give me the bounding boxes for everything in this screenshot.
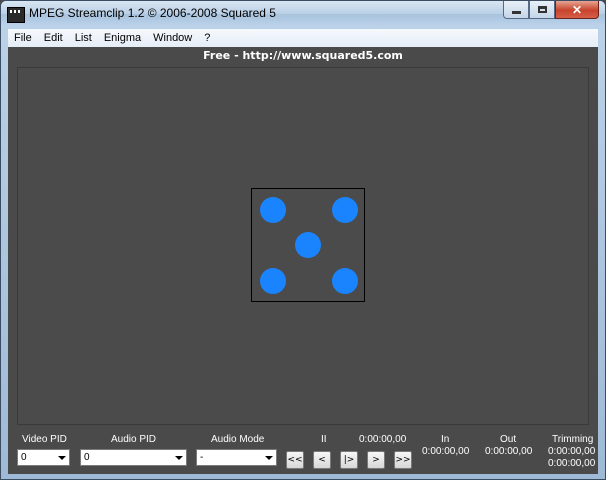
out-value: 0:00:00,00 [485,446,533,457]
trimming-end-value: 0:00:00,00 [548,458,596,469]
video-pid-value: 0 [21,452,27,463]
step-back-button[interactable]: < [313,451,331,469]
minimize-icon [511,11,521,14]
in-label: In [441,434,450,445]
dice-pip [295,232,321,258]
step-forward-button[interactable]: > [367,451,385,469]
clapperboard-icon [7,7,25,23]
audio-pid-value: 0 [84,452,90,463]
forward-fast-button[interactable]: >> [394,451,412,469]
dice-pip [332,268,358,294]
close-button[interactable]: ✕ [555,1,599,19]
in-value: 0:00:00,00 [422,446,470,457]
menu-file[interactable]: File [8,29,38,47]
chevron-down-icon [175,456,183,460]
dice-pip [332,197,358,223]
menu-edit[interactable]: Edit [38,29,69,47]
menu-list[interactable]: List [69,29,98,47]
minimize-button[interactable] [503,1,529,19]
play-button[interactable]: |> [340,451,358,469]
pause-indicator: II [321,434,327,445]
window-title: MPEG Streamclip 1.2 © 2006-2008 Squared … [29,6,276,20]
video-preview[interactable] [17,67,589,425]
audio-pid-select[interactable]: 0 [80,449,187,466]
chevron-down-icon [265,456,273,460]
dice-placeholder-image [251,188,365,302]
dice-pip [260,268,286,294]
audio-mode-value: - [200,452,204,463]
maximize-button[interactable] [529,1,555,19]
video-pid-label: Video PID [22,434,67,445]
trimming-start-value: 0:00:00,00 [548,446,596,457]
audio-mode-label: Audio Mode [211,434,265,445]
menu-enigma[interactable]: Enigma [98,29,147,47]
free-banner: Free - http://www.squared5.com [203,49,403,62]
dice-pip [260,197,286,223]
trimming-label: Trimming [552,434,594,445]
title-bar[interactable]: MPEG Streamclip 1.2 © 2006-2008 Squared … [1,1,605,27]
chevron-down-icon [58,456,66,460]
out-label: Out [500,434,517,445]
window-controls: ✕ [503,1,599,21]
close-icon: ✕ [571,2,583,17]
app-window: MPEG Streamclip 1.2 © 2006-2008 Squared … [0,0,606,480]
video-pid-select[interactable]: 0 [17,449,70,466]
audio-pid-label: Audio PID [111,434,157,445]
main-panel: Free - http://www.squared5.com Video PID… [8,47,598,474]
menu-help[interactable]: ? [198,29,216,47]
audio-mode-select[interactable]: - [196,449,277,466]
menu-window[interactable]: Window [147,29,198,47]
rewind-fast-button[interactable]: << [286,451,304,469]
maximize-icon [537,6,547,13]
current-time: 0:00:00,00 [359,434,407,445]
menu-bar: File Edit List Enigma Window ? [8,29,598,48]
